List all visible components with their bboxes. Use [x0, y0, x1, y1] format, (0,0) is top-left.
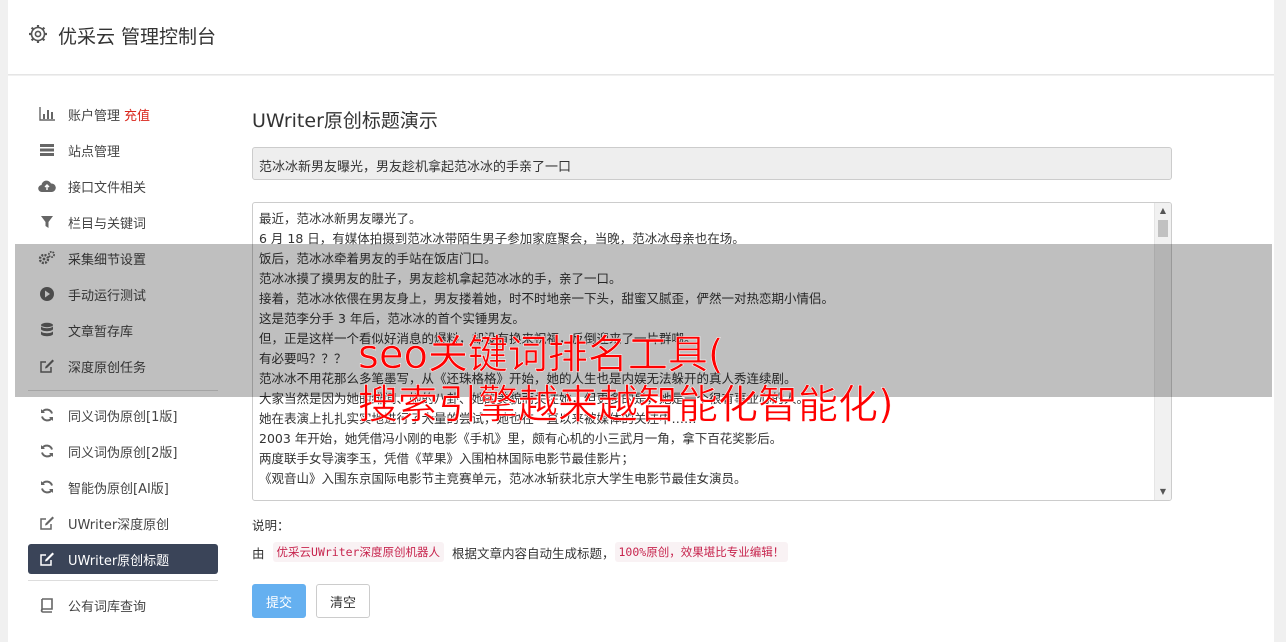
server-icon	[38, 141, 56, 159]
recharge-link[interactable]: 充值	[124, 105, 150, 124]
app-header: 优采云 管理控制台	[8, 0, 1274, 75]
refresh-icon	[38, 478, 56, 496]
article-line: 两度联手女导演李玉，凭借《苹果》入围柏林国际电影节最佳影片；	[259, 451, 635, 466]
sidebar-item-group2-1[interactable]: 同义词伪原创[2版]	[28, 433, 218, 469]
watermark-line-2: 搜索引擎越来越智能化智能化)	[358, 382, 894, 429]
sidebar-item-group2-3[interactable]: UWriter深度原创	[28, 505, 218, 541]
sidebar-item-label: 站点管理	[68, 144, 121, 160]
explain-text: 由 优采云UWriter深度原创机器人 根据文章内容自动生成标题， 100%原创…	[252, 542, 1172, 562]
filter-icon	[38, 213, 56, 231]
sidebar-item-group1-0[interactable]: 账户管理 充值	[28, 96, 218, 132]
sidebar-item-group2-2[interactable]: 智能伪原创[AI版]	[28, 469, 218, 505]
sidebar-item-label: UWriter深度原创	[68, 517, 170, 533]
explain-label: 说明：	[252, 518, 290, 533]
watermark-text: seo关键词排名工具( 搜索引擎越来越智能化智能化)	[358, 330, 894, 430]
robot-name-code: 优采云UWriter深度原创机器人	[272, 542, 444, 562]
explain-prefix: 由	[252, 545, 265, 561]
scroll-thumb[interactable]	[1158, 220, 1168, 237]
sidebar-item-label: 同义词伪原创[2版]	[68, 445, 178, 461]
sidebar-divider	[28, 580, 218, 581]
explain-middle: 根据文章内容自动生成标题，	[451, 545, 615, 561]
sidebar-item-label: UWriter原创标题	[68, 553, 170, 569]
sidebar-item-label: 同义词伪原创[1版]	[68, 409, 178, 425]
scroll-down-icon[interactable]: ▼	[1155, 484, 1171, 500]
sidebar-item-label: 公有词库查询	[68, 599, 147, 615]
sidebar-item-label: 栏目与关键词	[68, 216, 147, 232]
app-title: 优采云 管理控制台	[58, 26, 217, 48]
bar-chart-icon	[38, 105, 56, 123]
sidebar-item-group2-4[interactable]: UWriter原创标题	[28, 544, 218, 574]
book-icon	[38, 596, 56, 614]
article-line: 最近，范冰冰新男友曝光了。	[259, 211, 422, 226]
sidebar-item-group1-3[interactable]: 栏目与关键词	[28, 204, 218, 240]
article-line: 2003 年开始，她凭借冯小刚的电影《手机》里，颇有心机的小三武月一角，拿下百花…	[259, 431, 783, 446]
edit-icon	[38, 550, 56, 568]
refresh-icon	[38, 442, 56, 460]
submit-button[interactable]: 提交	[252, 584, 306, 618]
generated-title-field[interactable]: 范冰冰新男友曝光，男友趁机拿起范冰冰的手亲了一口	[252, 147, 1172, 180]
page-title: UWriter原创标题演示	[252, 110, 438, 132]
sidebar-item-group3-0[interactable]: 公有词库查询	[28, 587, 218, 623]
sidebar-item-group1-1[interactable]: 站点管理	[28, 132, 218, 168]
watermark-line-1: seo关键词排名工具(	[358, 332, 724, 379]
sidebar-item-group1-2[interactable]: 接口文件相关	[28, 168, 218, 204]
article-line: 《观音山》入围东京国际电影节主竞赛单元，范冰冰斩获北京大学生电影节最佳女演员。	[259, 471, 747, 486]
sidebar-item-label: 账户管理	[68, 108, 121, 124]
cloud-upload-icon	[38, 177, 56, 195]
original-claim-code: 100%原创，效果堪比专业编辑！	[614, 542, 789, 562]
sidebar-item-label: 接口文件相关	[68, 180, 147, 196]
scroll-up-icon[interactable]: ▲	[1155, 203, 1171, 219]
gear-icon	[29, 25, 47, 43]
edit-icon	[38, 514, 56, 532]
clear-button[interactable]: 清空	[316, 584, 370, 618]
refresh-icon	[38, 406, 56, 424]
sidebar-item-label: 智能伪原创[AI版]	[68, 481, 169, 497]
sidebar-item-group2-0[interactable]: 同义词伪原创[1版]	[28, 397, 218, 433]
